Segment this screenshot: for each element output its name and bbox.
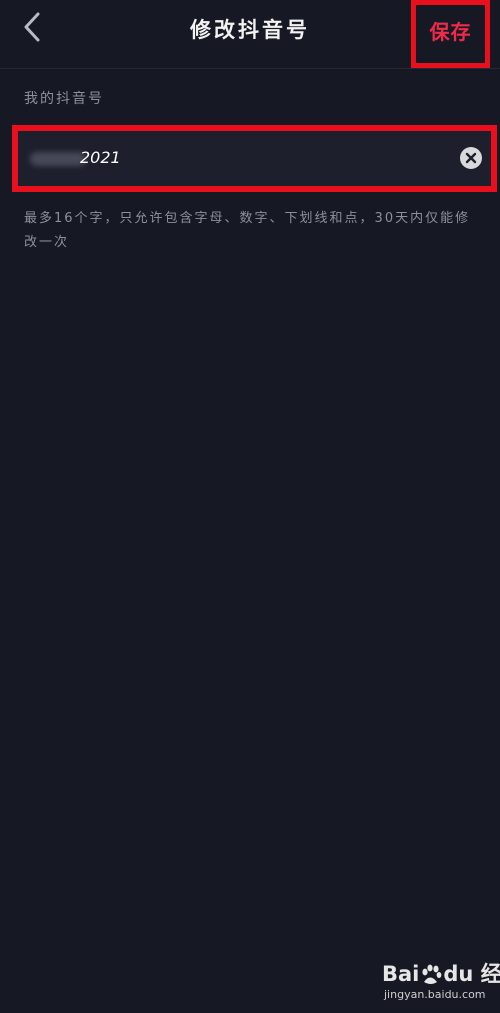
watermark-brand-part2: du [443, 962, 474, 986]
clear-circle-icon [465, 152, 477, 164]
douyin-id-field[interactable] [18, 131, 491, 186]
douyin-id-label: 我的抖音号 [24, 91, 104, 107]
watermark-brand-suffix: 经验 [480, 962, 500, 986]
header-divider [0, 68, 500, 69]
douyin-id-input[interactable] [80, 148, 440, 167]
input-hint-text: 最多16个字，只允许包含字母、数字、下划线和点，30天内仅能修改一次 [24, 211, 471, 250]
douyin-id-field-highlight [12, 125, 497, 192]
top-bar: 修改抖音号 保存 [0, 0, 500, 68]
baidu-paw-icon [422, 964, 442, 984]
watermark-brand: Bai du 经验 [382, 958, 500, 988]
redacted-text [30, 152, 86, 166]
save-button-label: 保存 [429, 20, 472, 44]
baidu-jingyan-watermark: Bai du 经验 jingyan.baidu.com [382, 958, 500, 1004]
save-button[interactable]: 保存 [411, 0, 490, 68]
watermark-url: jingyan.baidu.com [384, 988, 486, 1001]
watermark-brand-part1: Bai [382, 962, 420, 986]
clear-input-button[interactable] [460, 147, 482, 169]
